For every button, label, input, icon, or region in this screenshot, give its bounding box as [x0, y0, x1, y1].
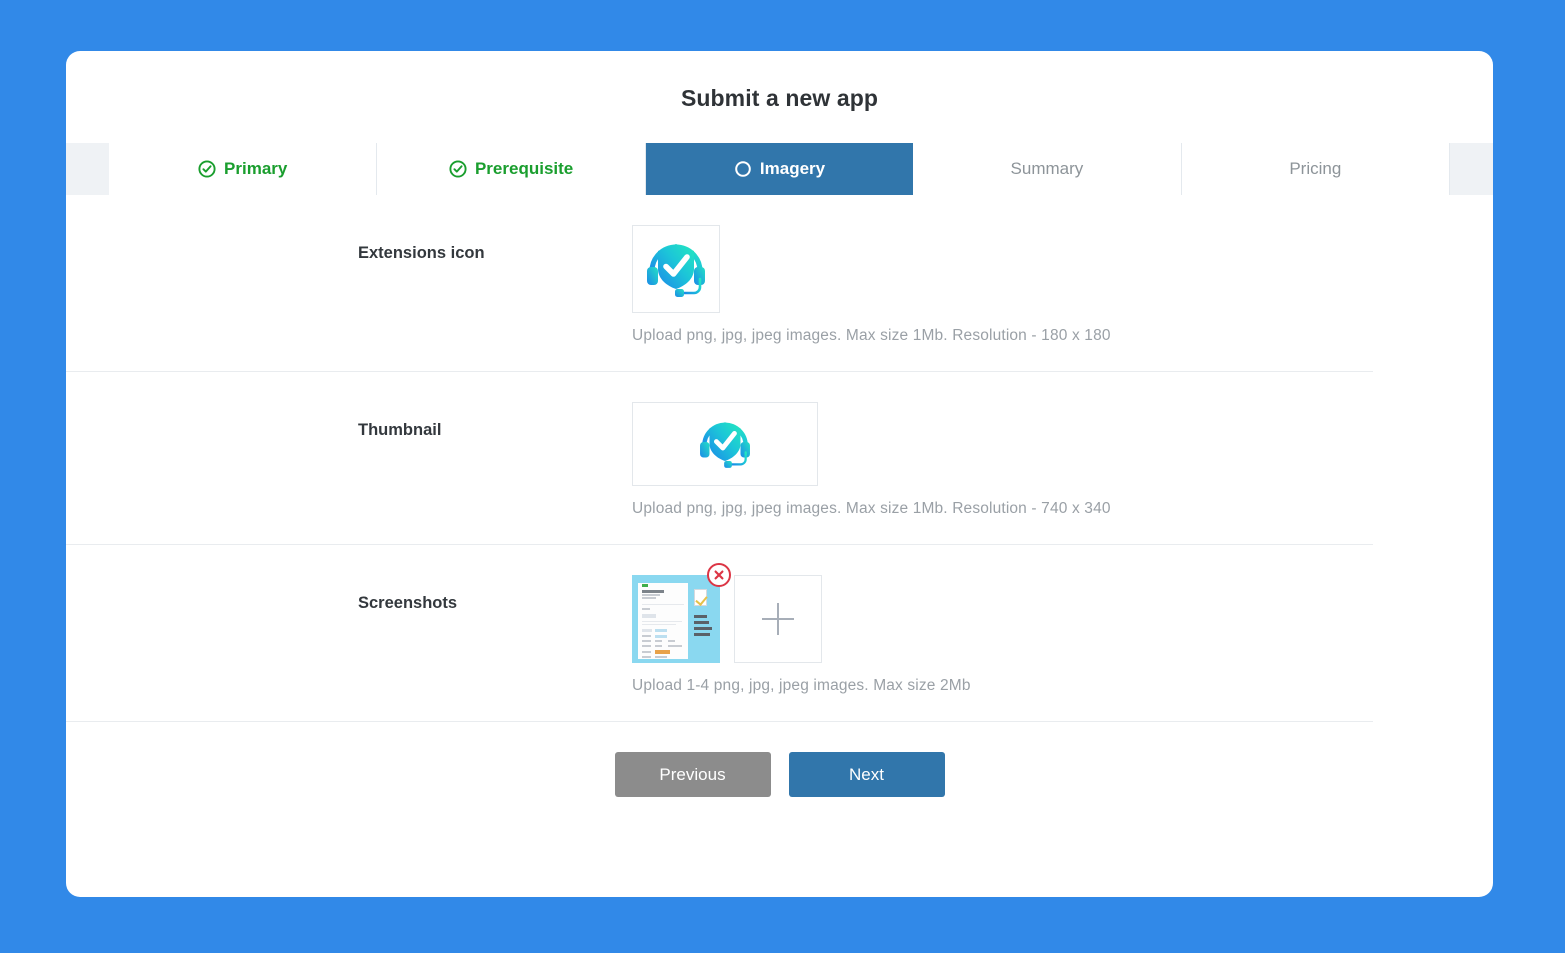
add-screenshot-button[interactable]	[734, 575, 822, 663]
thumbnail-preview[interactable]	[632, 402, 818, 486]
delete-circle-icon[interactable]	[707, 563, 731, 587]
tab-pricing-label: Pricing	[1289, 159, 1342, 178]
check-circle-icon	[198, 160, 216, 178]
tab-summary-label: Summary	[1010, 159, 1084, 178]
wizard-footer: Previous Next	[66, 752, 1493, 797]
screenshot-list	[632, 563, 1373, 663]
tab-primary[interactable]: Primary	[109, 143, 378, 195]
thumbnail-label: Thumbnail	[358, 421, 442, 439]
extensions-icon-field: Upload png, jpg, jpeg images. Max size 1…	[632, 195, 1373, 371]
wizard-tab-bar: Primary Prerequisite Imagery Summary Pri…	[66, 143, 1493, 195]
row-screenshots: Screenshots Upload 1-4 png, jpg, jpeg im…	[66, 545, 1373, 722]
screenshot-mock-doc-icon	[694, 589, 707, 606]
plus-icon	[762, 603, 794, 635]
screenshots-field: Upload 1-4 png, jpg, jpeg images. Max si…	[632, 545, 1373, 721]
screenshot-preview[interactable]	[632, 575, 720, 663]
previous-button[interactable]: Previous	[614, 752, 771, 797]
tabbar-left-gutter	[66, 143, 109, 195]
extensions-icon-hint: Upload png, jpg, jpeg images. Max size 1…	[632, 327, 1111, 344]
tab-prerequisite[interactable]: Prerequisite	[377, 143, 646, 195]
tab-primary-label: Primary	[224, 159, 288, 178]
row-extensions-icon: Extensions icon Upload png, jpg, jpeg im…	[66, 195, 1373, 372]
tab-imagery[interactable]: Imagery	[645, 143, 914, 195]
tab-pricing[interactable]: Pricing	[1181, 143, 1451, 195]
page-title: Submit a new app	[680, 85, 879, 111]
screenshots-label: Screenshots	[358, 594, 458, 612]
check-circle-icon	[449, 160, 467, 178]
tab-prerequisite-label: Prerequisite	[474, 159, 574, 178]
screenshots-hint: Upload 1-4 png, jpg, jpeg images. Max si…	[632, 677, 971, 694]
thumbnail-field: Upload png, jpg, jpeg images. Max size 1…	[632, 372, 1373, 544]
headset-shield-check-icon	[694, 411, 756, 478]
screenshot-item	[632, 563, 731, 663]
screenshot-mock-panel	[638, 583, 688, 659]
circle-outline-icon	[734, 160, 752, 178]
submit-app-card: Submit a new app Primary Prerequisite Im…	[66, 51, 1493, 897]
extensions-icon-label: Extensions icon	[358, 244, 485, 262]
thumbnail-hint: Upload png, jpg, jpeg images. Max size 1…	[632, 500, 1111, 517]
tab-imagery-label: Imagery	[759, 159, 826, 178]
headset-shield-check-icon	[640, 231, 712, 308]
row-thumbnail: Thumbnail Upload png, jpg, jpeg images. …	[66, 372, 1373, 545]
tab-summary[interactable]: Summary	[913, 143, 1182, 195]
tabbar-right-gutter	[1450, 143, 1493, 195]
extensions-icon-preview[interactable]	[632, 225, 720, 313]
imagery-form: Extensions icon Upload png, jpg, jpeg im…	[66, 195, 1493, 797]
next-button[interactable]: Next	[788, 752, 945, 797]
